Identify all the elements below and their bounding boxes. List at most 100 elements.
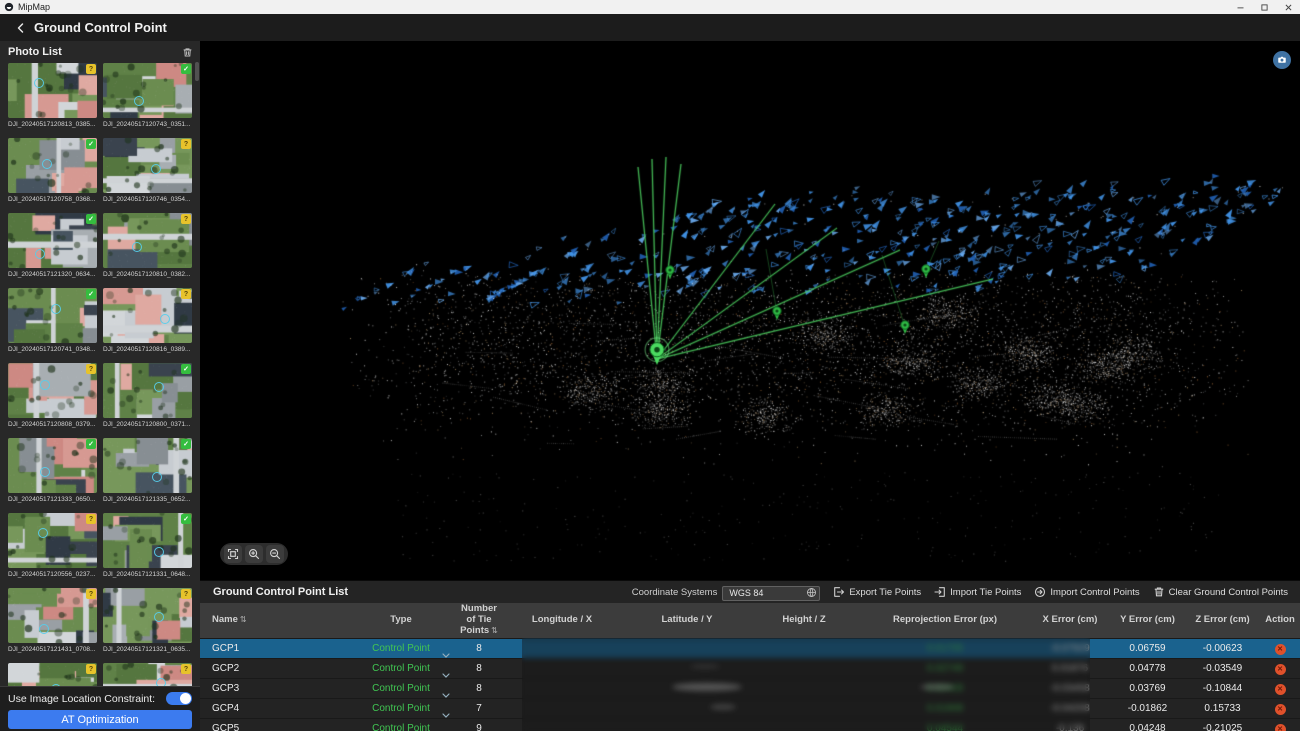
gcp-type-dropdown[interactable]: Control Point [342, 663, 460, 674]
photo-filename: DJI_20240517121333_0650... [8, 496, 97, 503]
gcp-marker-icon [38, 528, 48, 538]
gcp-tie-points: 8 [460, 683, 498, 694]
column-header-name[interactable]: Name⇅ [212, 615, 342, 626]
photo-image: ✓ [8, 288, 97, 343]
photo-filename: DJI_20240517120800_0371... [103, 421, 192, 428]
photo-thumbnail[interactable]: ?DJI_20240517120556_0237... [8, 513, 97, 582]
photo-thumbnail[interactable]: ? [8, 663, 97, 686]
question-badge-icon: ? [86, 514, 96, 524]
minimize-button[interactable] [1228, 0, 1252, 14]
gcp-name: GCP5 [212, 723, 342, 731]
check-badge-icon: ✓ [86, 439, 96, 449]
chevron-down-icon [442, 670, 450, 681]
photo-thumbnail[interactable]: ✓DJI_20240517121320_0634... [8, 213, 97, 282]
image-location-constraint-toggle[interactable] [166, 692, 192, 705]
photo-thumbnail[interactable]: ?DJI_20240517120808_0379... [8, 363, 97, 432]
gcp-y-error: 0.04778 [1110, 663, 1185, 674]
photo-list-panel: Photo List ?DJI_20240517120813_0385...✓D… [0, 41, 200, 731]
photo-image: ? [103, 663, 192, 686]
gcp-y-error: 0.04248 [1110, 723, 1185, 731]
photo-image: ? [8, 513, 97, 568]
clear-ground-control-points-button[interactable]: Clear Ground Control Points [1153, 586, 1288, 598]
question-badge-icon: ? [181, 664, 191, 674]
question-badge-icon: ? [181, 589, 191, 599]
photo-thumbnail[interactable]: ? DJI_20240517120813_0385... [8, 63, 97, 132]
check-badge-icon: ✓ [181, 364, 191, 374]
gcp-action: ✕ [1260, 703, 1300, 715]
delete-gcp-button[interactable]: ✕ [1275, 644, 1286, 655]
column-header-longitude-x: Longitude / X [498, 615, 626, 626]
photo-image: ? [103, 588, 192, 643]
maximize-button[interactable] [1252, 0, 1276, 14]
gcp-type-dropdown[interactable]: Control Point [342, 643, 460, 654]
photo-filename: DJI_20240517120816_0389... [103, 346, 192, 353]
gcp-marker-icon [40, 467, 50, 477]
photo-thumbnail[interactable]: ✓DJI_20240517121335_0652... [103, 438, 192, 507]
photo-thumbnail[interactable]: ?DJI_20240517121321_0635... [103, 588, 192, 657]
gcp-name: GCP1 [212, 643, 342, 654]
photo-thumbnail[interactable]: ✓DJI_20240517121331_0648... [103, 513, 192, 582]
gcp-type-dropdown[interactable]: Control Point [342, 703, 460, 714]
gcp-type-dropdown[interactable]: Control Point [342, 723, 460, 731]
close-button[interactable] [1276, 0, 1300, 14]
column-header-z-error-cm: Z Error (cm) [1185, 615, 1260, 626]
photo-thumbnail[interactable]: ? [103, 663, 192, 686]
delete-photos-button[interactable] [180, 45, 194, 59]
photo-filename: DJI_20240517120741_0348... [8, 346, 97, 353]
delete-gcp-button[interactable]: ✕ [1275, 664, 1286, 675]
photo-image: ? [8, 63, 97, 118]
gcp-action: ✕ [1260, 663, 1300, 675]
check-badge-icon: ✓ [86, 214, 96, 224]
photo-list-scrollbar[interactable] [195, 62, 199, 81]
delete-gcp-button[interactable]: ✕ [1275, 724, 1286, 731]
coordinate-system-label: Coordinate Systems [632, 587, 718, 598]
photo-thumbnail[interactable]: ✓DJI_20240517120743_0351... [103, 63, 192, 132]
photo-thumbnail[interactable]: ✓ DJI_20240517120741_0348... [8, 288, 97, 357]
import-control-points-button[interactable]: Import Control Points [1034, 586, 1139, 598]
gcp-marker-icon [154, 382, 164, 392]
viewport-3d[interactable] [200, 41, 1300, 580]
at-optimization-button[interactable]: AT Optimization [8, 710, 192, 729]
import-tie-points-button[interactable]: Import Tie Points [934, 586, 1021, 598]
gcp-type-dropdown[interactable]: Control Point [342, 683, 460, 694]
photo-thumbnail[interactable]: ✓ DJI_20240517121333_0650... [8, 438, 97, 507]
delete-gcp-button[interactable]: ✕ [1275, 704, 1286, 715]
photo-thumbnail[interactable]: ? DJI_20240517120816_0389... [103, 288, 192, 357]
photo-filename: DJI_20240517120746_0354... [103, 196, 192, 203]
delete-gcp-button[interactable]: ✕ [1275, 684, 1286, 695]
photo-image: ? [8, 588, 97, 643]
photo-image: ✓ [103, 363, 192, 418]
chevron-down-icon [442, 650, 450, 661]
photo-thumbnail[interactable]: ?DJI_20240517121431_0708... [8, 588, 97, 657]
column-header-number-of-tie-points[interactable]: Number of Tie Points⇅ [460, 604, 498, 637]
question-badge-icon: ? [181, 289, 191, 299]
photo-filename: DJI_20240517120813_0385... [8, 121, 97, 128]
gcp-z-error: -0.10844 [1185, 683, 1260, 694]
gcp-tie-points: 8 [460, 663, 498, 674]
screenshot-camera-button[interactable] [1273, 51, 1291, 69]
check-badge-icon: ✓ [181, 439, 191, 449]
photo-thumbnail[interactable]: ✓ DJI_20240517120800_0371... [103, 363, 192, 432]
globe-icon[interactable] [806, 585, 817, 603]
chevron-down-icon [442, 690, 450, 701]
photo-list-title: Photo List [8, 46, 180, 58]
photo-image: ? [8, 663, 97, 686]
photo-image: ? [8, 363, 97, 418]
question-badge-icon: ? [86, 664, 96, 674]
photo-thumbnail[interactable]: ?DJI_20240517120810_0382... [103, 213, 192, 282]
gcp-z-error: -0.00623 [1185, 643, 1260, 654]
back-button[interactable] [12, 19, 30, 37]
zoom-out-button[interactable] [266, 545, 284, 563]
gcp-marker-icon [160, 314, 170, 324]
viewport-toolbar [220, 543, 288, 565]
photo-thumbnail[interactable]: ?DJI_20240517120746_0354... [103, 138, 192, 207]
gcp-marker-icon [156, 678, 166, 686]
image-location-constraint-label: Use Image Location Constraint: [8, 693, 155, 705]
export-tie-points-button[interactable]: Export Tie Points [833, 586, 921, 598]
gcp-table-header: Name⇅TypeNumber of Tie Points⇅Longitude … [200, 603, 1300, 638]
fit-view-button[interactable] [224, 545, 242, 563]
photo-thumbnail[interactable]: ✓DJI_20240517120758_0368... [8, 138, 97, 207]
gcp-table-rows: GCP1Control Point80.01705-0.079290.06759… [200, 638, 1300, 731]
gcp-y-error: 0.06759 [1110, 643, 1185, 654]
zoom-in-button[interactable] [245, 545, 263, 563]
